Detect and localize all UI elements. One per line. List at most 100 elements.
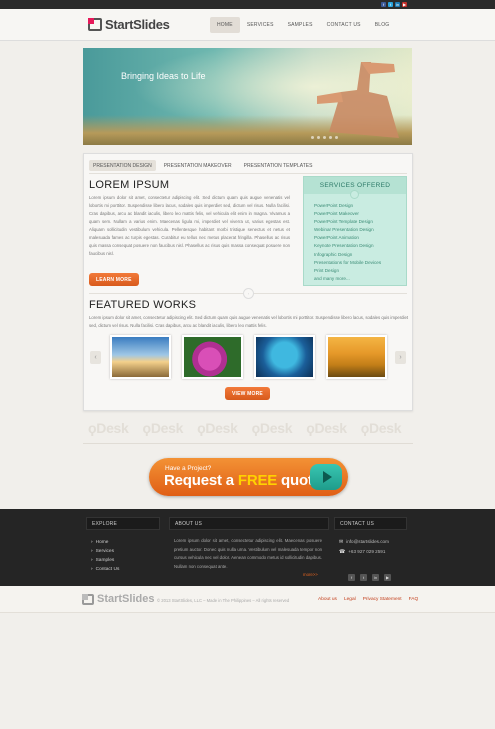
footer-email[interactable]: ✉ info@startslides.com [339, 537, 389, 547]
partner-logos: ϙDesk ϙDesk ϙDesk ϙDesk ϙDesk ϙDesk [88, 420, 402, 436]
link-privacy-statement[interactable]: Privacy Statement [363, 597, 402, 602]
youtube-icon[interactable]: ▶ [384, 574, 391, 581]
service-item[interactable]: and many more... [314, 275, 381, 283]
slide-dot[interactable] [329, 136, 332, 139]
service-tabs: PRESENTATION DESIGN PRESENTATION MAKEOVE… [89, 160, 316, 171]
hero-pagination[interactable] [311, 136, 338, 139]
footer-link-samples[interactable]: Samples [91, 556, 119, 565]
mail-icon: ✉ [339, 539, 344, 545]
service-item[interactable]: Webinar Presentation Design [314, 226, 381, 234]
footer-explore-links: Home Services Samples Contact Us [91, 538, 120, 574]
footer-link-services[interactable]: Services [91, 547, 119, 556]
play-arrow-icon [310, 464, 342, 490]
bottom-links: About us Legal Privacy Statement FAQ [318, 597, 418, 602]
featured-body: Lorem ipsum dolor sit amet, consectetur … [89, 315, 409, 328]
linkedin-icon[interactable]: in [395, 2, 400, 7]
bottom-logo-text: StartSlides [97, 593, 155, 605]
bottom-bar: StartSlides © 2013 StartSlides, LLC – Ma… [0, 586, 495, 613]
partner-logo: ϙDesk [251, 420, 293, 436]
link-about-us[interactable]: About us [318, 597, 337, 602]
partner-logo: ϙDesk [360, 420, 402, 436]
logo-mark-icon [82, 593, 94, 605]
slide-dot[interactable] [311, 136, 314, 139]
top-bar: f t in ▶ [0, 0, 495, 9]
content-panel: PRESENTATION DESIGN PRESENTATION MAKEOVE… [83, 153, 413, 411]
intro-body: Lorem ipsum dolor sit amet, consectetur … [89, 195, 290, 256]
site-header: StartSlides HOME SERVICES SAMPLES CONTAC… [0, 9, 495, 41]
twitter-icon[interactable]: t [360, 574, 367, 581]
copyright-text: © 2013 StartSlides, LLC – Made in The Ph… [157, 598, 290, 603]
view-more-button[interactable]: VIEW MORE [225, 387, 270, 400]
service-item[interactable]: PowerPoint Makeover [314, 210, 381, 218]
nav-services[interactable]: SERVICES [240, 17, 281, 33]
featured-thumbnail-character[interactable] [254, 335, 315, 379]
service-item[interactable]: PowerPoint Template Design [314, 218, 381, 226]
hero-title: Bringing Ideas to Life [121, 71, 206, 81]
footer-about-title: ABOUT US [169, 517, 329, 530]
quote-subtitle: Have a Project? [165, 465, 212, 472]
intro-title: LOREM IPSUM [89, 179, 170, 191]
nav-contact-us[interactable]: CONTACT US [320, 17, 368, 33]
partner-logo: ϙDesk [142, 420, 184, 436]
request-quote-button[interactable]: Have a Project? Request a FREE quote. [149, 458, 348, 496]
main-nav: HOME SERVICES SAMPLES CONTACT US BLOG [210, 17, 396, 33]
facebook-icon[interactable]: f [348, 574, 355, 581]
quote-title: Request a FREE quote. [164, 472, 325, 489]
tab-presentation-templates[interactable]: PRESENTATION TEMPLATES [240, 160, 317, 171]
site-logo[interactable]: StartSlides [88, 17, 170, 32]
service-item[interactable]: Infographic Design [314, 251, 381, 259]
logo-text: StartSlides [105, 17, 170, 32]
partner-logo: ϙDesk [306, 420, 347, 436]
youtube-icon[interactable]: ▶ [402, 2, 407, 7]
featured-thumbnail-sunflowers[interactable] [326, 335, 387, 379]
slide-dot[interactable] [317, 136, 320, 139]
link-faq[interactable]: FAQ [409, 597, 419, 602]
footer-link-home[interactable]: Home [91, 538, 119, 547]
facebook-icon[interactable]: f [381, 2, 386, 7]
carousel-prev-button[interactable]: ‹ [90, 351, 101, 364]
twitter-icon[interactable]: t [388, 2, 393, 7]
tab-presentation-design[interactable]: PRESENTATION DESIGN [89, 160, 156, 171]
service-item[interactable]: Print Design [314, 267, 381, 275]
footer-about-more-link[interactable]: more>> [303, 572, 318, 577]
carousel-next-button[interactable]: › [395, 351, 406, 364]
slide-dot[interactable] [323, 136, 326, 139]
footer-contact-title: CONTACT US [334, 517, 407, 530]
featured-thumbnail-flower[interactable] [182, 335, 243, 379]
partner-logo: ϙDesk [88, 420, 129, 436]
bottom-logo[interactable]: StartSlides [82, 593, 154, 605]
services-box: SERVICES OFFERED PowerPoint Design Power… [303, 176, 407, 286]
footer-phone: ☎ +63 927 029 2591 [339, 549, 386, 555]
link-legal[interactable]: Legal [344, 597, 356, 602]
footer-contact-info: ✉ info@startslides.com ☎ +63 927 029 2591 [339, 537, 389, 557]
service-item[interactable]: PowerPoint Animation [314, 234, 381, 242]
service-item[interactable]: PowerPoint Design [314, 202, 381, 210]
site-footer: EXPLORE ABOUT US CONTACT US Home Service… [0, 509, 495, 586]
hero-slider[interactable]: Bringing Ideas to Life [83, 48, 412, 145]
services-ring-icon [350, 190, 359, 199]
partner-logo: ϙDesk [197, 420, 238, 436]
featured-title: FEATURED WORKS [89, 299, 197, 311]
hand-frame-image [317, 62, 399, 138]
divider-ring-icon: ◦ [243, 288, 254, 299]
service-item[interactable]: Presentations for Mobile Devices [314, 259, 381, 267]
tabs-divider [89, 173, 407, 174]
nav-home[interactable]: HOME [210, 17, 240, 33]
logo-mark-icon [88, 18, 102, 31]
learn-more-button[interactable]: LEARN MORE [89, 273, 139, 286]
nav-samples[interactable]: SAMPLES [281, 17, 320, 33]
footer-social-links: f t in ▶ [348, 574, 391, 581]
footer-explore-title: EXPLORE [86, 517, 160, 530]
partners-divider [83, 443, 413, 444]
services-list: PowerPoint Design PowerPoint Makeover Po… [314, 202, 381, 283]
phone-icon: ☎ [339, 549, 346, 555]
tab-presentation-makeover[interactable]: PRESENTATION MAKEOVER [160, 160, 236, 171]
featured-thumbnail-balloons[interactable] [110, 335, 171, 379]
top-social-links: f t in ▶ [381, 2, 407, 7]
nav-blog[interactable]: BLOG [368, 17, 397, 33]
slide-dot[interactable] [335, 136, 338, 139]
footer-about-text: Lorem ipsum dolor sit amet, consectetur … [174, 538, 322, 569]
linkedin-icon[interactable]: in [372, 574, 379, 581]
service-item[interactable]: Keynote Presentation Design [314, 242, 381, 250]
footer-link-contact-us[interactable]: Contact Us [91, 565, 120, 574]
